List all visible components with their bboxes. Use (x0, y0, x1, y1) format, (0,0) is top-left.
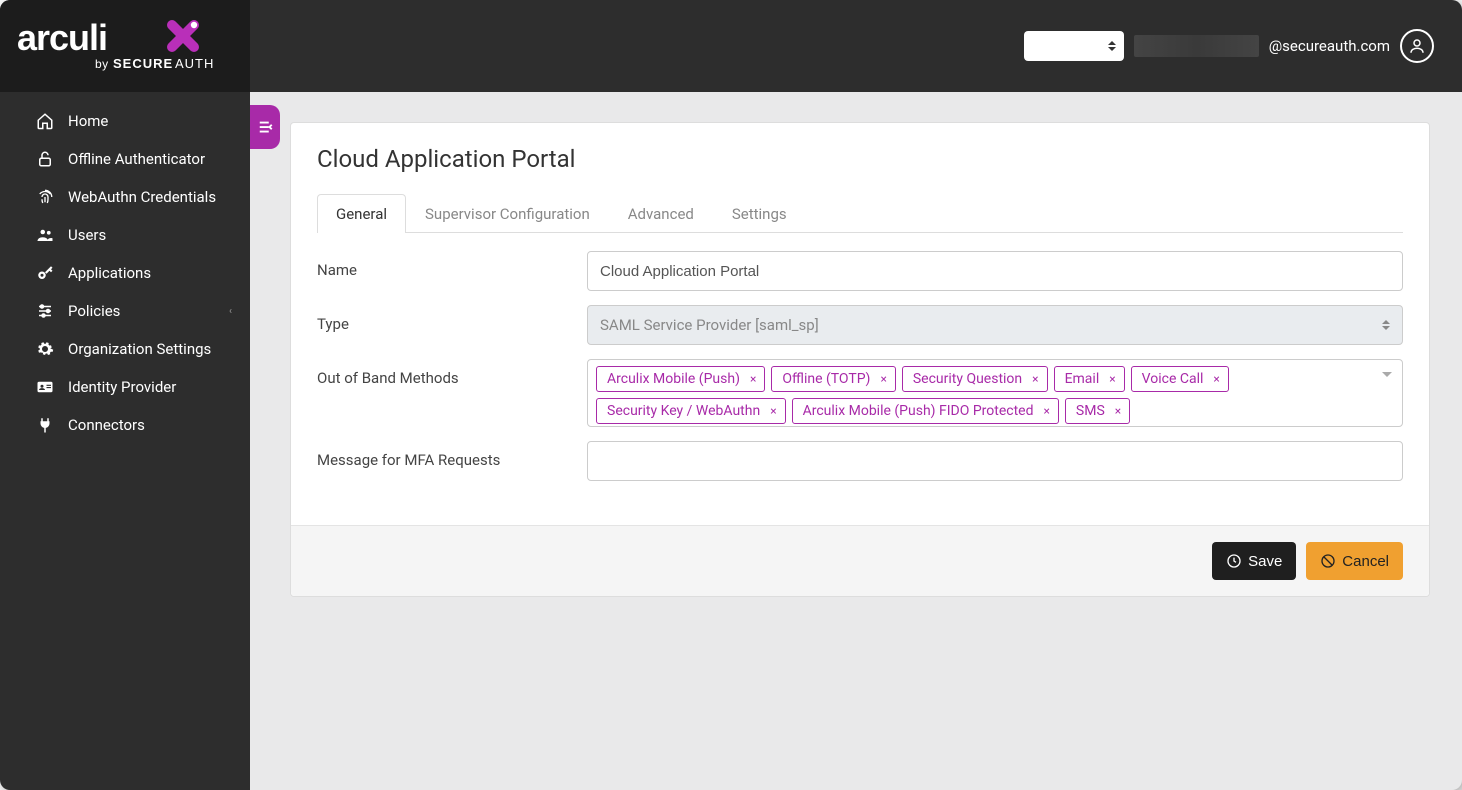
oob-tag: SMS × (1065, 398, 1130, 424)
users-icon (36, 226, 54, 244)
sidebar-item-label: Home (68, 112, 108, 130)
clock-icon (1226, 553, 1242, 569)
sidebar-item-label: Offline Authenticator (68, 150, 205, 168)
oob-tag-label: Security Key / WebAuthn (607, 403, 760, 419)
name-input[interactable] (587, 251, 1403, 291)
oob-tag-label: Offline (TOTP) (782, 371, 870, 387)
fingerprint-icon (36, 188, 54, 206)
sidebar-item-offline-authenticator[interactable]: Offline Authenticator (0, 140, 250, 178)
sidebar-item-label: Connectors (68, 416, 145, 434)
tag-remove-icon[interactable]: × (1109, 372, 1115, 386)
type-label: Type (317, 305, 587, 333)
tabs: General Supervisor Configuration Advance… (317, 193, 1403, 233)
svg-text:arculi: arculi (17, 17, 107, 58)
oob-tag: Security Key / WebAuthn × (596, 398, 786, 424)
oob-tag: Security Question × (902, 366, 1048, 392)
chevron-updown-icon (1382, 320, 1390, 330)
mfa-message-label: Message for MFA Requests (317, 441, 587, 469)
oob-tag-label: Security Question (913, 371, 1022, 387)
sliders-icon (36, 302, 54, 320)
oob-tag: Voice Call × (1131, 366, 1229, 392)
cancel-button[interactable]: Cancel (1306, 542, 1403, 580)
ban-icon (1320, 553, 1336, 569)
save-button[interactable]: Save (1212, 542, 1296, 580)
sidebar-item-webauthn-credentials[interactable]: WebAuthn Credentials (0, 178, 250, 216)
oob-tag: Email × (1054, 366, 1125, 392)
tab-advanced[interactable]: Advanced (609, 194, 713, 233)
lock-open-icon (36, 150, 54, 168)
oob-methods-multiselect[interactable]: Arculix Mobile (Push)×Offline (TOTP)×Sec… (587, 359, 1403, 427)
app-shell: arculi by SECURE AUTH @secureauth.com (0, 0, 1462, 790)
plug-icon (36, 416, 54, 434)
tag-remove-icon[interactable]: × (1213, 372, 1219, 386)
tab-general[interactable]: General (317, 194, 406, 233)
redacted-username (1134, 35, 1259, 57)
tag-remove-icon[interactable]: × (880, 372, 886, 386)
oob-tag-label: Arculix Mobile (Push) FIDO Protected (803, 403, 1034, 419)
tag-remove-icon[interactable]: × (750, 372, 756, 386)
oob-tag: Offline (TOTP) × (771, 366, 895, 392)
avatar[interactable] (1400, 29, 1434, 63)
home-icon (36, 112, 54, 130)
tag-remove-icon[interactable]: × (770, 404, 776, 418)
tab-settings[interactable]: Settings (713, 194, 806, 233)
oob-tag-label: Email (1065, 371, 1100, 387)
page-title: Cloud Application Portal (317, 145, 1403, 173)
id-card-icon (36, 378, 54, 396)
arculix-logo: arculi by SECURE AUTH (15, 16, 235, 76)
tenant-dropdown[interactable] (1024, 31, 1124, 61)
top-bar: arculi by SECURE AUTH @secureauth.com (0, 0, 1462, 92)
svg-text:by: by (95, 57, 109, 71)
sidebar-item-label: Users (68, 226, 106, 244)
mfa-message-input[interactable] (587, 441, 1403, 481)
type-value: SAML Service Provider [saml_sp] (600, 316, 819, 334)
sidebar-item-applications[interactable]: Applications (0, 254, 250, 292)
chevron-down-icon (1382, 372, 1392, 377)
tag-remove-icon[interactable]: × (1044, 404, 1050, 418)
tab-supervisor-configuration[interactable]: Supervisor Configuration (406, 194, 609, 233)
sidebar-collapse-toggle[interactable] (250, 105, 280, 149)
key-icon (36, 264, 54, 282)
main-content: Cloud Application Portal General Supervi… (250, 92, 1462, 790)
collapse-icon (256, 118, 274, 136)
form-card: Cloud Application Portal General Supervi… (290, 122, 1430, 597)
type-select: SAML Service Provider [saml_sp] (587, 305, 1403, 345)
tag-remove-icon[interactable]: × (1115, 404, 1121, 418)
sidebar-item-label: Identity Provider (68, 378, 176, 396)
form-footer: Save Cancel (291, 525, 1429, 596)
save-button-label: Save (1248, 553, 1282, 570)
sidebar-item-home[interactable]: Home (0, 102, 250, 140)
gear-icon (36, 340, 54, 358)
chevron-left-icon: ‹ (229, 306, 232, 317)
oob-tag-label: SMS (1076, 403, 1105, 419)
svg-text:SECURE: SECURE (113, 56, 173, 71)
sidebar-item-policies[interactable]: Policies ‹ (0, 292, 250, 330)
top-right: @secureauth.com (1024, 29, 1434, 63)
sidebar-item-label: Applications (68, 264, 151, 282)
sidebar: Home Offline Authenticator WebAuthn Cred… (0, 92, 250, 790)
tag-remove-icon[interactable]: × (1032, 372, 1038, 386)
cancel-button-label: Cancel (1342, 553, 1389, 570)
sidebar-item-connectors[interactable]: Connectors (0, 406, 250, 444)
user-email-suffix: @secureauth.com (1269, 37, 1390, 55)
name-label: Name (317, 251, 587, 279)
sidebar-item-identity-provider[interactable]: Identity Provider (0, 368, 250, 406)
sidebar-item-organization-settings[interactable]: Organization Settings (0, 330, 250, 368)
sidebar-item-label: Organization Settings (68, 340, 211, 358)
oob-tag-label: Voice Call (1142, 371, 1204, 387)
sidebar-item-users[interactable]: Users (0, 216, 250, 254)
oob-tag: Arculix Mobile (Push) × (596, 366, 765, 392)
oob-tag-label: Arculix Mobile (Push) (607, 371, 740, 387)
logo: arculi by SECURE AUTH (0, 0, 250, 92)
body: Home Offline Authenticator WebAuthn Cred… (0, 92, 1462, 790)
oob-tag: Arculix Mobile (Push) FIDO Protected × (792, 398, 1059, 424)
chevron-updown-icon (1108, 41, 1116, 51)
svg-text:AUTH: AUTH (175, 56, 214, 71)
user-icon (1408, 37, 1426, 55)
sidebar-item-label: WebAuthn Credentials (68, 188, 216, 206)
sidebar-item-label: Policies (68, 302, 120, 320)
oob-label: Out of Band Methods (317, 359, 587, 387)
